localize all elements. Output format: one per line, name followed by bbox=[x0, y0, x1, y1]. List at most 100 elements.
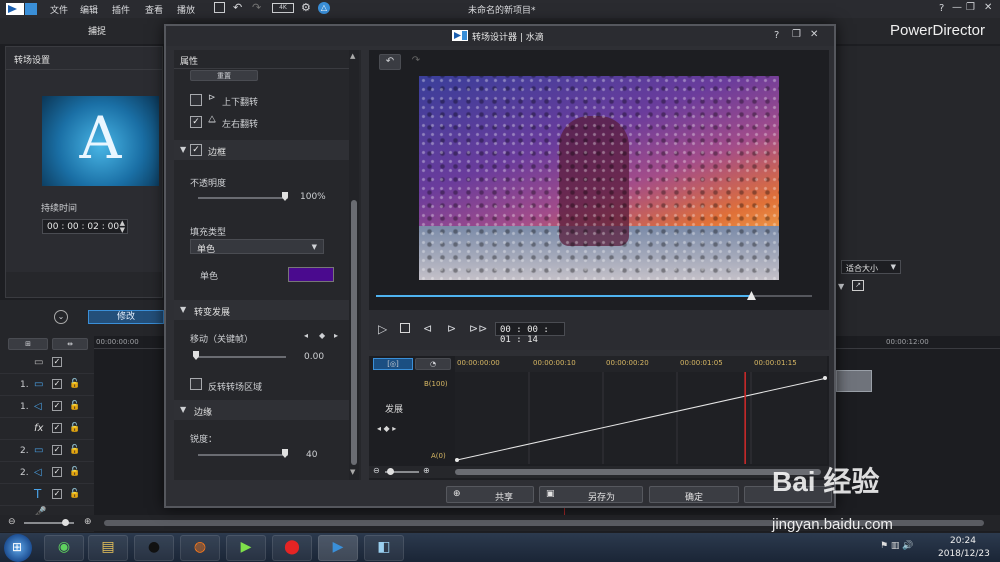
redo-button[interactable]: ↷ bbox=[405, 54, 427, 70]
taskbar-file-explorer[interactable]: ▤ bbox=[88, 535, 128, 561]
lock-icon[interactable]: 🔓 bbox=[69, 467, 80, 477]
lock-icon[interactable]: 🔓 bbox=[69, 423, 80, 433]
timeline-clip[interactable] bbox=[836, 370, 872, 392]
play-icon[interactable]: ▷ bbox=[378, 322, 387, 336]
save-as-button[interactable]: ▣ 另存为 bbox=[539, 486, 643, 503]
redo-icon[interactable]: ↷ bbox=[252, 1, 261, 14]
graph-clock-button[interactable]: ◔ bbox=[415, 358, 451, 370]
menu-view[interactable]: 查看 bbox=[145, 3, 163, 16]
border-section-header[interactable]: ▼ ✓ 边框 bbox=[174, 140, 351, 160]
opacity-slider[interactable] bbox=[198, 197, 288, 199]
fit-timeline-button[interactable]: ⇹ bbox=[52, 338, 88, 350]
save-icon[interactable] bbox=[214, 2, 225, 13]
collapse-chevron-icon[interactable]: ⌄ bbox=[54, 310, 68, 324]
menu-playback[interactable]: 播放 bbox=[177, 3, 195, 16]
graph-zoom-knob[interactable] bbox=[387, 468, 394, 475]
graph-start-point[interactable] bbox=[455, 458, 459, 462]
tray-icons[interactable]: ⚑ ▥ 🔊 bbox=[880, 541, 914, 551]
video-toggle-icon[interactable]: ▭ bbox=[34, 357, 43, 368]
ok-button[interactable]: 确定 bbox=[649, 486, 739, 503]
track-enable-checkbox[interactable]: ✓ bbox=[52, 489, 62, 499]
taskbar-qq[interactable]: ● bbox=[134, 535, 174, 561]
zoom-out-icon[interactable]: ⊖ bbox=[8, 517, 16, 527]
flip-vertical-checkbox[interactable] bbox=[190, 94, 202, 106]
maximize-button[interactable]: ❐ bbox=[966, 2, 975, 13]
help-button[interactable]: ? bbox=[939, 3, 944, 14]
fit-size-dropdown[interactable]: 适合大小 ▼ bbox=[841, 260, 901, 274]
sharpness-slider-knob[interactable] bbox=[282, 449, 288, 458]
scroll-up-icon[interactable]: ▲ bbox=[350, 52, 355, 60]
dialog-maximize-button[interactable]: ❐ bbox=[792, 29, 801, 40]
close-button[interactable]: ✕ bbox=[984, 2, 992, 13]
detach-preview-icon[interactable]: ↗ bbox=[852, 280, 864, 291]
modify-button[interactable]: 修改 bbox=[88, 310, 164, 324]
graph-mode-button[interactable]: [◎] bbox=[373, 358, 413, 370]
track-layout-button[interactable]: ⊞ bbox=[8, 338, 48, 350]
opacity-slider-knob[interactable] bbox=[282, 192, 288, 201]
taskbar-recorder[interactable]: ⬤ bbox=[272, 535, 312, 561]
keyframe-graph[interactable] bbox=[455, 372, 827, 464]
move-slider-knob[interactable] bbox=[193, 351, 199, 360]
fast-forward-icon[interactable]: ⊳⊳ bbox=[469, 322, 487, 335]
graph-zoom-in-icon[interactable]: ⊕ bbox=[423, 466, 430, 475]
lock-icon[interactable]: 🔓 bbox=[69, 445, 80, 455]
clock-date[interactable]: 2018/12/23 bbox=[938, 549, 990, 559]
solid-color-swatch[interactable] bbox=[288, 267, 334, 282]
graph-scrollbar[interactable] bbox=[455, 469, 821, 475]
properties-scrollbar[interactable]: ▲ ▼ bbox=[349, 50, 359, 480]
track-enable-checkbox[interactable]: ✓ bbox=[52, 357, 62, 367]
track-enable-checkbox[interactable]: ✓ bbox=[52, 445, 62, 455]
duration-input[interactable]: 00 : 00 : 02 : 00 ▲ ▼ bbox=[42, 219, 128, 234]
timecode-display[interactable]: 00 : 00 : 01 : 14 bbox=[495, 322, 565, 345]
taskbar-video-app[interactable]: ▶ bbox=[226, 535, 266, 561]
lock-icon[interactable]: 🔓 bbox=[69, 489, 80, 499]
move-slider[interactable] bbox=[196, 356, 286, 358]
undo-icon[interactable]: ↶ bbox=[233, 1, 242, 14]
flip-horizontal-checkbox[interactable]: ✓ bbox=[190, 116, 202, 128]
clock-time[interactable]: 20:24 bbox=[950, 536, 976, 546]
scroll-down-icon[interactable]: ▼ bbox=[350, 468, 355, 476]
menu-edit[interactable]: 编辑 bbox=[80, 3, 98, 16]
fill-type-dropdown[interactable]: 单色 ▼ bbox=[190, 239, 324, 255]
menu-plugins[interactable]: 插件 bbox=[112, 3, 130, 16]
keyframe-prev-icon[interactable]: ◂ bbox=[304, 331, 308, 340]
duration-stepper-icon[interactable]: ▲ ▼ bbox=[120, 220, 125, 234]
track-enable-checkbox[interactable]: ✓ bbox=[52, 401, 62, 411]
dialog-close-button[interactable]: ✕ bbox=[810, 29, 818, 40]
keyframe-add-icon[interactable]: ◆ bbox=[319, 331, 325, 340]
zoom-in-icon[interactable]: ⊕ bbox=[84, 517, 92, 527]
keyframe-next-icon[interactable]: ▸ bbox=[334, 331, 338, 340]
edge-section-header[interactable]: ▼ 边缘 bbox=[174, 400, 351, 420]
track-enable-checkbox[interactable]: ✓ bbox=[52, 379, 62, 389]
next-frame-icon[interactable]: ⊳ bbox=[447, 322, 456, 335]
taskbar-app[interactable]: ◧ bbox=[364, 535, 404, 561]
lock-icon[interactable]: 🔓 bbox=[69, 379, 80, 389]
track-enable-checkbox[interactable]: ✓ bbox=[52, 467, 62, 477]
sharpness-slider[interactable] bbox=[198, 454, 288, 456]
reset-button[interactable]: 重置 bbox=[190, 70, 258, 81]
stop-icon[interactable] bbox=[400, 323, 410, 333]
chevron-down-icon[interactable]: ▼ bbox=[838, 282, 844, 291]
graph-keyframe-controls-icon[interactable]: ◂ ◆ ▸ bbox=[377, 424, 396, 433]
taskbar-powerdirector[interactable]: ▶ bbox=[318, 535, 358, 561]
undo-button[interactable]: ↶ bbox=[379, 54, 401, 70]
taskbar-firefox[interactable]: ◍ bbox=[180, 535, 220, 561]
zoom-slider-knob[interactable] bbox=[62, 519, 69, 526]
taskbar-refresh-app[interactable]: ◉ bbox=[44, 535, 84, 561]
reverse-area-checkbox[interactable] bbox=[190, 378, 202, 390]
graph-end-point[interactable] bbox=[823, 376, 827, 380]
prev-frame-icon[interactable]: ⊲ bbox=[423, 322, 432, 335]
resolution-icon[interactable]: 4K bbox=[272, 3, 294, 13]
minimize-button[interactable]: — bbox=[952, 2, 962, 13]
tab-capture[interactable]: 捕捉 bbox=[88, 24, 106, 37]
start-button[interactable]: ⊞ bbox=[4, 534, 32, 562]
menu-file[interactable]: 文件 bbox=[50, 3, 68, 16]
border-checkbox[interactable]: ✓ bbox=[190, 144, 202, 156]
graph-zoom-out-icon[interactable]: ⊖ bbox=[373, 466, 380, 475]
share-button[interactable]: ⊕ 共享 bbox=[446, 486, 534, 503]
lock-icon[interactable]: 🔓 bbox=[69, 401, 80, 411]
gradient-section-header[interactable]: ▼ 转变发展 bbox=[174, 300, 351, 320]
dialog-help-button[interactable]: ? bbox=[774, 30, 779, 41]
account-icon[interactable]: △ bbox=[318, 2, 330, 14]
settings-gear-icon[interactable]: ⚙ bbox=[301, 1, 311, 14]
